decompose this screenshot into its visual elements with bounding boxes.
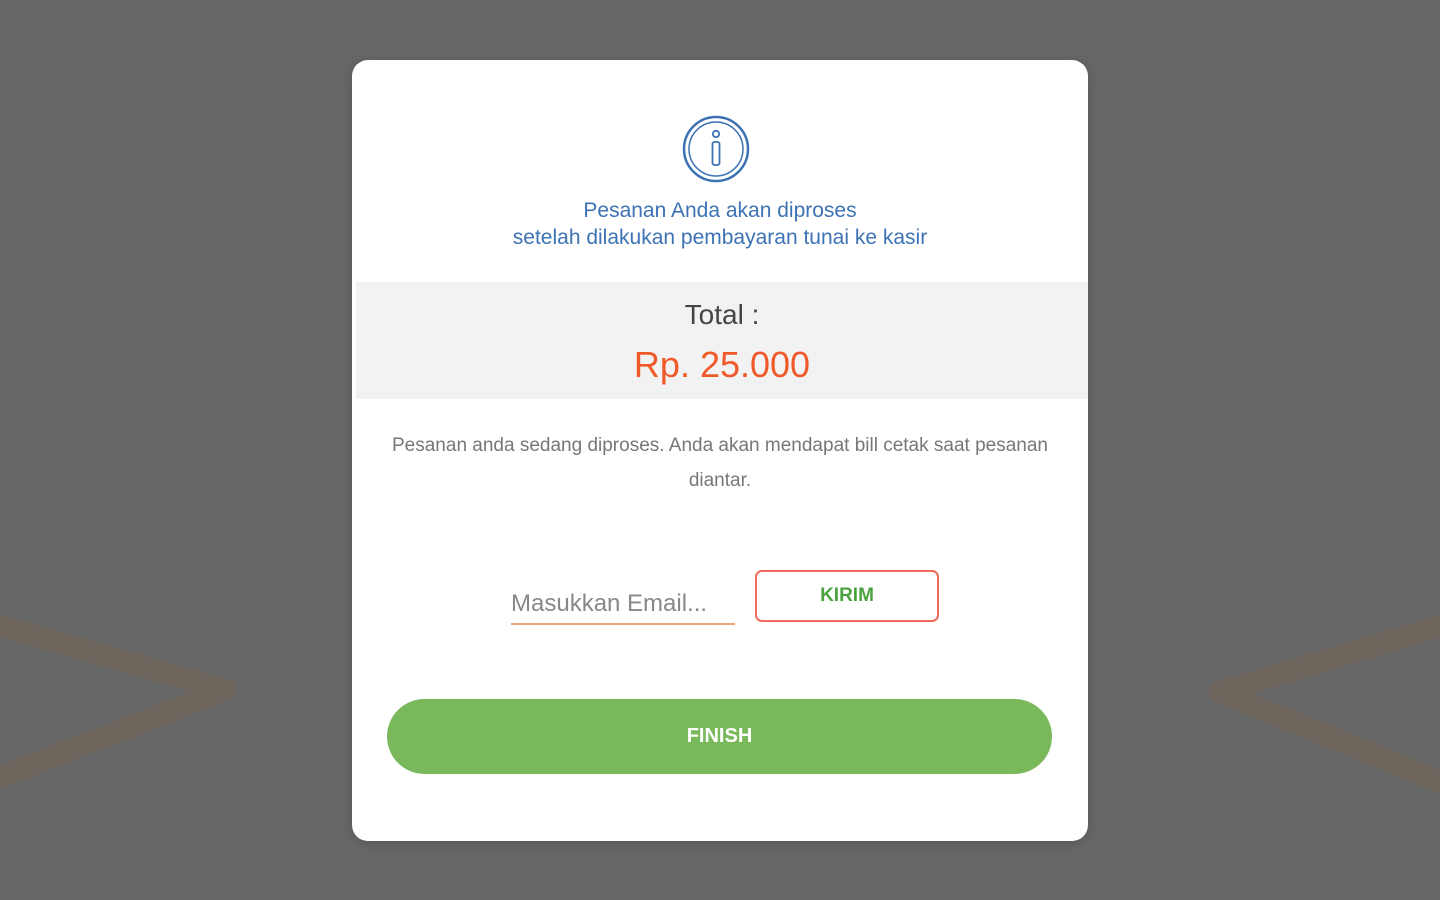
finish-button[interactable]: FINISH: [387, 699, 1052, 774]
total-section: Total : Rp. 25.000: [356, 282, 1088, 399]
send-email-button[interactable]: KIRIM: [755, 570, 939, 622]
status-message-line1: Pesanan Anda akan diproses: [583, 199, 857, 222]
order-description: Pesanan anda sedang diproses. Anda akan …: [392, 435, 1048, 491]
total-amount: Rp. 25.000: [633, 344, 811, 385]
status-message-line2: setelah dilakukan pembayaran tunai ke ka…: [512, 226, 928, 249]
email-input[interactable]: [511, 585, 735, 625]
payment-confirmation-dialog: Pesanan Anda akan diproses setelah dilak…: [352, 60, 1088, 841]
info-icon: [682, 115, 750, 183]
total-label: Total :: [684, 299, 760, 330]
